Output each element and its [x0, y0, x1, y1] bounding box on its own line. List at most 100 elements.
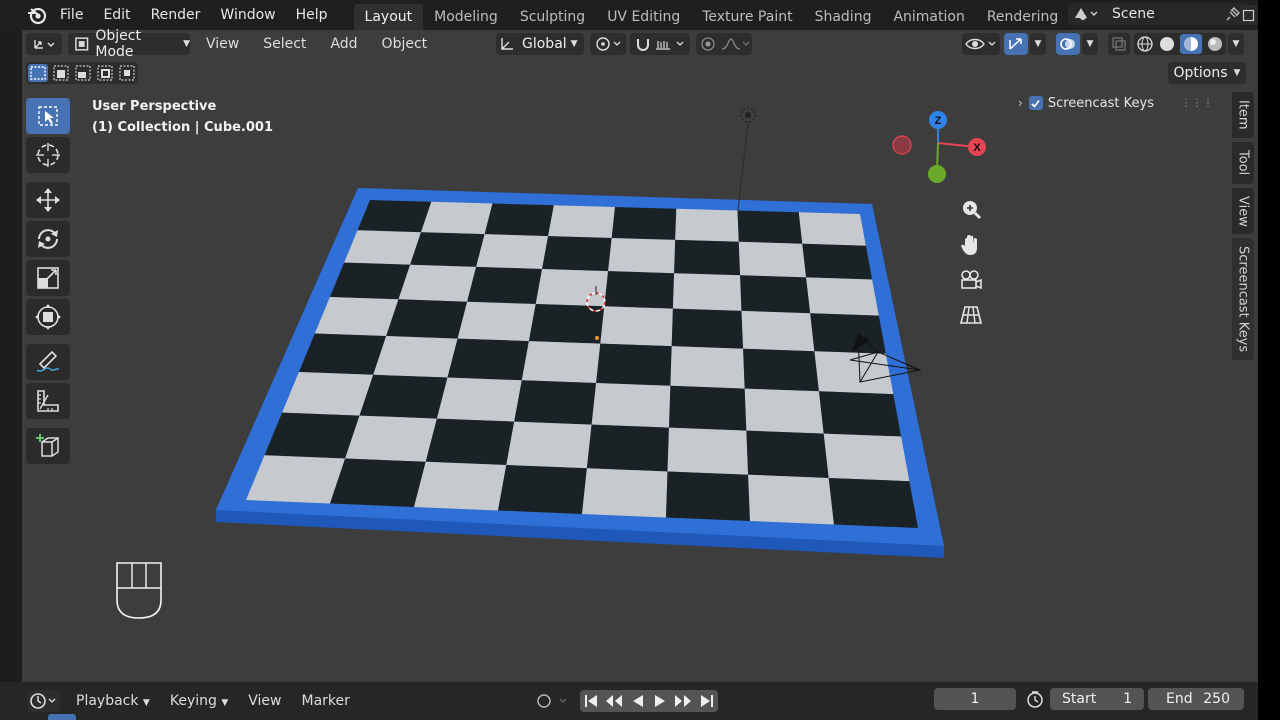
camera-view-button[interactable]: [956, 265, 986, 295]
board-square: [738, 241, 807, 278]
menu-timeline-view[interactable]: View: [238, 693, 291, 709]
drag-handle-icon[interactable]: ⋮⋮⋮: [1181, 98, 1214, 109]
board-square: [748, 474, 834, 525]
end-frame-field[interactable]: End 250: [1148, 688, 1244, 710]
board-square: [359, 374, 448, 419]
chevron-down-icon: ▼: [1086, 39, 1094, 49]
zoom-button[interactable]: [956, 195, 986, 225]
menu-window[interactable]: Window: [210, 0, 285, 30]
play-reverse-icon[interactable]: [631, 694, 645, 708]
tab-animation[interactable]: Animation: [882, 4, 975, 30]
tab-modeling[interactable]: Modeling: [423, 4, 509, 30]
menu-render[interactable]: Render: [141, 0, 211, 30]
screencast-keys-panel[interactable]: › Screencast Keys ⋮⋮⋮: [1012, 92, 1218, 114]
menu-keying[interactable]: Keying ▼: [160, 693, 238, 709]
scale-icon: [37, 267, 59, 289]
pin-icon[interactable]: [1226, 7, 1240, 21]
new-scene-icon[interactable]: [1240, 5, 1258, 25]
board-square: [608, 238, 676, 274]
select-new-icon[interactable]: [28, 64, 48, 82]
select-extend-icon[interactable]: [52, 64, 70, 82]
snap-button[interactable]: [630, 33, 690, 55]
next-keyframe-icon[interactable]: [674, 694, 692, 708]
pan-button[interactable]: [956, 230, 986, 260]
menu-help[interactable]: Help: [286, 0, 338, 30]
tab-shading[interactable]: Shading: [804, 4, 883, 30]
select-subtract-icon[interactable]: [74, 64, 92, 82]
sidebar-tab-tool[interactable]: Tool: [1232, 142, 1254, 184]
select-invert-icon[interactable]: [96, 64, 114, 82]
top-menu-bar: File Edit Render Window Help Layout Mode…: [0, 0, 1258, 30]
light-object: [737, 107, 756, 211]
timeline-editor-type-button[interactable]: [28, 690, 60, 712]
select-box-tool[interactable]: [26, 98, 70, 134]
options-dropdown[interactable]: Options ▼: [1168, 62, 1246, 84]
board-square: [814, 351, 894, 395]
chevron-down-icon: ▼: [221, 698, 229, 708]
solid-shading-icon[interactable]: [1158, 35, 1176, 53]
cursor-tool[interactable]: [26, 137, 70, 173]
blender-logo-icon[interactable]: [24, 2, 50, 28]
visibility-button[interactable]: [962, 33, 1000, 55]
status-bar-edge: [48, 714, 76, 720]
current-frame-field[interactable]: 1: [934, 688, 1016, 710]
axes-icon: [34, 40, 55, 49]
chevron-right-icon[interactable]: ›: [1018, 96, 1023, 110]
xray-button[interactable]: [1108, 33, 1130, 55]
navigation-gizmo[interactable]: Z X: [882, 106, 1002, 196]
play-icon[interactable]: [653, 694, 667, 708]
pivot-point-button[interactable]: [590, 33, 626, 55]
3d-viewport[interactable]: Object Mode ▼ View Select Add Object Glo…: [22, 28, 1258, 682]
gizmo-toggle-button[interactable]: [1004, 33, 1028, 55]
editor-type-button[interactable]: [26, 33, 62, 55]
menu-view[interactable]: View: [198, 36, 247, 52]
gizmo-dropdown[interactable]: ▼: [1030, 33, 1046, 55]
tab-texture-paint[interactable]: Texture Paint: [691, 4, 803, 30]
mode-dropdown[interactable]: Object Mode ▼: [68, 28, 190, 60]
screencast-checkbox[interactable]: [1028, 96, 1043, 110]
tab-layout[interactable]: Layout: [353, 4, 424, 30]
menu-select[interactable]: Select: [255, 36, 314, 52]
menu-playback[interactable]: Playback ▼: [66, 693, 160, 709]
jump-end-icon[interactable]: [700, 694, 714, 708]
select-box-icon: [38, 106, 58, 126]
sidebar-tab-view[interactable]: View: [1232, 188, 1254, 234]
sidebar-tab-screencast[interactable]: Screencast Keys: [1232, 238, 1254, 360]
menu-object[interactable]: Object: [374, 36, 436, 52]
tab-uv-editing[interactable]: UV Editing: [596, 4, 691, 30]
wireframe-shading-icon[interactable]: [1136, 35, 1154, 53]
annotate-tool[interactable]: [26, 344, 70, 380]
overlay-dropdown[interactable]: ▼: [1082, 33, 1098, 55]
menu-edit[interactable]: Edit: [93, 0, 140, 30]
preview-range-icon[interactable]: [1024, 688, 1046, 710]
tab-sculpting[interactable]: Sculpting: [509, 4, 596, 30]
jump-start-icon[interactable]: [584, 694, 598, 708]
menu-add[interactable]: Add: [322, 36, 365, 52]
perspective-toggle-button[interactable]: [956, 300, 986, 330]
overlay-toggle-button[interactable]: [1056, 33, 1080, 55]
orientation-dropdown[interactable]: Global ▼: [496, 33, 584, 55]
menu-marker[interactable]: Marker: [291, 693, 359, 709]
measure-tool[interactable]: [26, 383, 70, 419]
rotate-tool[interactable]: [26, 221, 70, 257]
rendered-shading-icon[interactable]: [1206, 35, 1224, 53]
shading-dropdown[interactable]: ▼: [1228, 33, 1244, 55]
add-cube-tool[interactable]: [26, 428, 70, 464]
scene-selector[interactable]: Scene: [1068, 3, 1248, 25]
prev-keyframe-icon[interactable]: [605, 694, 623, 708]
proportional-editing-button[interactable]: [696, 33, 752, 55]
move-tool[interactable]: [26, 182, 70, 218]
gizmo-icon: [1009, 38, 1022, 50]
gizmo-neg-x-axis: [892, 135, 912, 155]
transform-tool[interactable]: [26, 299, 70, 335]
material-shading-icon[interactable]: [1180, 34, 1202, 54]
sidebar-tab-item[interactable]: Item: [1232, 92, 1254, 138]
start-frame-field[interactable]: Start 1: [1050, 688, 1144, 710]
menu-file[interactable]: File: [50, 0, 93, 30]
auto-keying-button[interactable]: [530, 690, 572, 712]
scale-tool[interactable]: [26, 260, 70, 296]
select-intersect-icon[interactable]: [118, 64, 136, 82]
view-name: User Perspective: [92, 99, 217, 114]
camera-icon: [961, 270, 982, 290]
tab-rendering[interactable]: Rendering: [976, 4, 1070, 30]
